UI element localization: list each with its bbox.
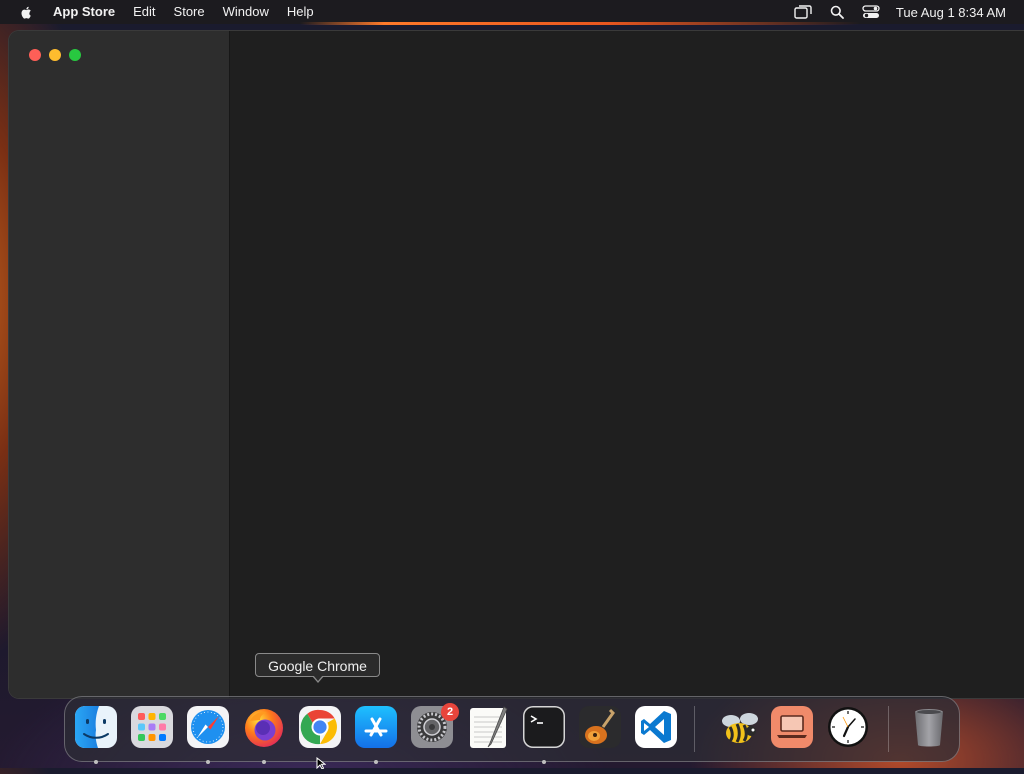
- app-menu[interactable]: App Store: [53, 0, 124, 24]
- dock-item-clock[interactable]: [826, 705, 870, 749]
- dock-item-laptop-app[interactable]: [770, 705, 814, 749]
- running-indicator-app-store: [374, 760, 378, 764]
- notification-badge: 2: [441, 703, 459, 721]
- chrome-icon: [299, 706, 341, 748]
- dock-item-garageband[interactable]: [578, 705, 622, 749]
- dock-item-finder[interactable]: [74, 705, 118, 749]
- tooltip-arrow-fill: [313, 675, 323, 681]
- screen-mirroring-icon[interactable]: [794, 5, 812, 19]
- zoom-button[interactable]: [69, 49, 81, 61]
- terminal-icon: [523, 706, 565, 748]
- dock-item-trash[interactable]: [907, 705, 951, 749]
- clock-icon: [828, 707, 868, 747]
- apple-menu-icon[interactable]: [19, 4, 35, 20]
- running-indicator-terminal: [542, 760, 546, 764]
- window-controls: [29, 49, 81, 61]
- sidebar: [9, 31, 230, 698]
- dock-item-terminal[interactable]: [522, 705, 566, 749]
- dock-item-safari[interactable]: [186, 705, 230, 749]
- laptop-icon: [771, 706, 813, 748]
- bee-icon: [722, 713, 758, 743]
- menu-bar: App Store Edit Store Window Help Tue Aug…: [0, 0, 1024, 24]
- trash-icon: [915, 709, 943, 747]
- menu-bar-clock[interactable]: Tue Aug 1 8:34 AM: [896, 5, 1006, 20]
- dock-tooltip: Google Chrome: [255, 653, 380, 677]
- mouse-cursor-icon: [316, 756, 327, 774]
- search-icon[interactable]: [828, 5, 846, 19]
- dock-item-launchpad[interactable]: [130, 705, 174, 749]
- dock-item-app-store[interactable]: [354, 705, 398, 749]
- garageband-icon: [579, 706, 621, 748]
- close-button[interactable]: [29, 49, 41, 61]
- running-indicator-safari: [206, 760, 210, 764]
- menu-store[interactable]: Store: [165, 0, 214, 24]
- running-indicator-firefox: [262, 760, 266, 764]
- textedit-icon: [470, 706, 508, 748]
- dock-item-bee-app[interactable]: [717, 705, 761, 749]
- running-indicator-finder: [94, 760, 98, 764]
- safari-icon: [187, 706, 229, 748]
- menu-help[interactable]: Help: [278, 0, 323, 24]
- vscode-icon: [635, 706, 677, 748]
- control-center-icon[interactable]: [862, 5, 880, 19]
- menu-window[interactable]: Window: [214, 0, 278, 24]
- dock-item-google-chrome[interactable]: [298, 705, 342, 749]
- dock-separator: [694, 706, 695, 752]
- dock-item-vscode[interactable]: [634, 705, 678, 749]
- firefox-icon: [245, 709, 283, 747]
- app-store-window: [9, 31, 1024, 698]
- app-store-icon: [355, 706, 397, 748]
- dock-item-firefox[interactable]: [242, 705, 286, 749]
- minimize-button[interactable]: [49, 49, 61, 61]
- wallpaper-glow: [300, 22, 860, 25]
- main-content: [230, 31, 1024, 698]
- menu-edit[interactable]: Edit: [124, 0, 164, 24]
- launchpad-icon: [131, 706, 173, 748]
- finder-icon: [75, 706, 117, 748]
- dock-separator-trash: [888, 706, 889, 752]
- dock-item-textedit[interactable]: [466, 705, 510, 749]
